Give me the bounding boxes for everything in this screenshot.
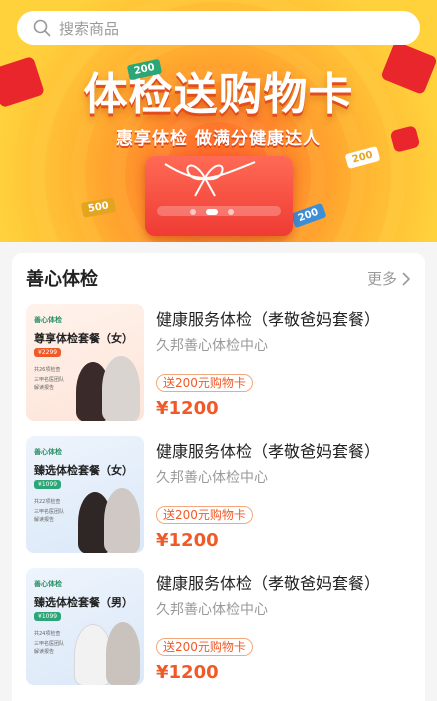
carousel-dot[interactable] [190,209,196,215]
banner-subtitle: 惠享体检 做满分健康达人 [116,129,321,149]
section-header: 善心体检 更多 [12,253,425,301]
thumbnail-title: 臻选体检套餐（女） [34,464,133,477]
banner-title: 体检送购物卡 [83,69,354,120]
item-provider: 久邦善心体检中心 [156,338,268,354]
thumbnail-feature: 三甲名医团队 [34,377,65,383]
thumbnail-price: ¥1099 [34,612,62,621]
carousel-dot-active[interactable] [206,209,218,215]
more-link[interactable]: 更多 [367,268,411,289]
promo-tag: 送200元购物卡 [156,638,253,656]
search-bar[interactable]: 搜索商品 [17,11,420,45]
health-check-section: 善心体检 更多 善心体检 尊享体检套餐（女） ¥2299 共26项检查 三甲名医… [12,253,425,701]
chevron-right-icon [402,272,410,285]
thumbnail-feature: 共26项检查 [34,367,61,373]
promo-tag: 送200元购物卡 [156,506,253,524]
promo-banner[interactable]: 搜索商品 体检送购物卡 惠享体检 做满分健康达人 200 500 200 200 [0,0,437,242]
thumbnail-feature: 共22项检查 [34,499,61,505]
thumbnail-feature: 共24项检查 [34,631,61,637]
carousel-dot[interactable] [228,209,234,215]
person-image [102,356,140,421]
item-title[interactable]: 健康服务体检（孝敬爸妈套餐） [156,306,380,330]
package-thumbnail[interactable]: 善心体检 臻选体检套餐（女） ¥1099 共22项检查 三甲名医团队 解读报告 [26,436,144,553]
thumbnail-title: 臻选体检套餐（男） [34,596,133,609]
item-price: ¥1200 [156,530,219,551]
item-price: ¥1200 [156,398,219,419]
thumbnail-feature: 三甲名医团队 [34,641,65,647]
thumbnail-feature: 解读报告 [34,517,55,523]
gift-card-image [145,156,293,236]
more-label[interactable]: 更多 [367,268,397,289]
item-price: ¥1200 [156,662,219,683]
thumbnail-price: ¥2299 [34,348,62,357]
carousel-indicator[interactable] [190,209,234,215]
thumbnail-feature: 解读报告 [34,385,55,391]
search-icon [33,19,51,37]
gift-bow-icon [164,161,256,197]
person-image [104,488,140,553]
item-provider: 久邦善心体检中心 [156,602,268,618]
item-title[interactable]: 健康服务体检（孝敬爸妈套餐） [156,570,380,594]
thumbnail-brand: 善心体检 [34,580,62,588]
list-item[interactable]: 善心体检 尊享体检套餐（女） ¥2299 共26项检查 三甲名医团队 解读报告 … [26,304,416,424]
thumbnail-feature: 三甲名医团队 [34,509,65,515]
package-thumbnail[interactable]: 善心体检 尊享体检套餐（女） ¥2299 共26项检查 三甲名医团队 解读报告 [26,304,144,421]
package-thumbnail[interactable]: 善心体检 臻选体检套餐（男） ¥1099 共24项检查 三甲名医团队 解读报告 [26,568,144,685]
promo-tag: 送200元购物卡 [156,374,253,392]
person-image [106,622,140,685]
thumbnail-feature: 解读报告 [34,649,55,655]
item-title[interactable]: 健康服务体检（孝敬爸妈套餐） [156,438,380,462]
list-item[interactable]: 善心体检 臻选体检套餐（女） ¥1099 共22项检查 三甲名医团队 解读报告 … [26,436,416,556]
thumbnail-brand: 善心体检 [34,448,62,456]
list-item[interactable]: 善心体检 臻选体检套餐（男） ¥1099 共24项检查 三甲名医团队 解读报告 … [26,568,416,688]
thumbnail-title: 尊享体检套餐（女） [34,332,133,345]
item-provider: 久邦善心体检中心 [156,470,268,486]
search-input[interactable]: 搜索商品 [59,18,119,39]
section-title: 善心体检 [26,269,98,290]
thumbnail-price: ¥1099 [34,480,62,489]
thumbnail-brand: 善心体检 [34,316,62,324]
